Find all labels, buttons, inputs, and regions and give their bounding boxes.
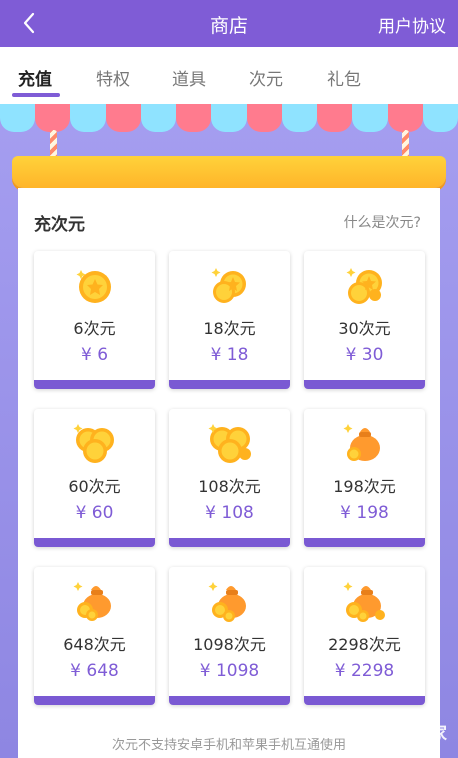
package-card-60[interactable]: 60次元 ¥ 60 — [34, 409, 155, 547]
user-agreement-link[interactable]: 用户协议 — [378, 12, 446, 37]
coin-icon — [34, 261, 155, 309]
top-bar: 商店 用户协议 — [0, 0, 458, 47]
card-accent-bar — [34, 380, 155, 389]
package-card-6[interactable]: 6次元 ¥ 6 — [34, 251, 155, 389]
page-title: 商店 — [209, 15, 248, 37]
awning-stripe — [105, 104, 141, 132]
watermark: 系统之家 — [346, 718, 448, 744]
coins-icon — [304, 261, 425, 309]
package-price: ¥ 1098 — [199, 661, 260, 681]
tab-items[interactable]: 道具 — [172, 65, 206, 90]
tab-privileges[interactable]: 特权 — [96, 65, 130, 90]
package-amount: 1098次元 — [193, 635, 266, 654]
tab-dimension[interactable]: 次元 — [249, 65, 283, 90]
package-amount: 2298次元 — [328, 635, 401, 654]
card-accent-bar — [169, 696, 290, 705]
money-bag-icon — [304, 419, 425, 467]
card-accent-bar — [34, 696, 155, 705]
package-card-198[interactable]: 198次元 ¥ 198 — [304, 409, 425, 547]
awning-stripe — [422, 104, 458, 132]
awning-stripe — [35, 104, 71, 132]
package-amount: 60次元 — [68, 477, 121, 496]
shop-shelf — [12, 156, 446, 188]
package-amount: 30次元 — [338, 319, 391, 338]
card-accent-bar — [169, 538, 290, 547]
coin-stack-icon — [34, 419, 155, 467]
package-card-108[interactable]: 108次元 ¥ 108 — [169, 409, 290, 547]
package-amount: 18次元 — [203, 319, 256, 338]
awning-stripe — [211, 104, 247, 132]
card-accent-bar — [304, 538, 425, 547]
watermark-logo-icon — [348, 718, 370, 744]
tab-gift-packs[interactable]: 礼包 — [327, 65, 361, 90]
package-price: ¥ 6 — [80, 345, 109, 365]
awning-stripe — [70, 104, 106, 132]
awning-stripe — [140, 104, 177, 132]
section-title: 充次元 — [34, 215, 85, 235]
package-price: ¥ 30 — [345, 345, 384, 365]
package-price: ¥ 18 — [210, 345, 249, 365]
package-price: ¥ 648 — [70, 661, 119, 681]
coin-stack-icon — [169, 419, 290, 467]
active-tab-indicator — [12, 93, 60, 97]
tab-bar: 充值 特权 道具 次元 礼包 — [0, 47, 458, 104]
card-accent-bar — [34, 538, 155, 547]
awning-stripe — [317, 104, 353, 132]
package-amount: 108次元 — [198, 477, 261, 496]
shop-awning — [0, 104, 458, 132]
back-button[interactable] — [14, 8, 44, 38]
money-bag-icon — [34, 577, 155, 625]
tab-recharge[interactable]: 充值 — [18, 65, 52, 90]
package-card-30[interactable]: 30次元 ¥ 30 — [304, 251, 425, 389]
awning-stripe — [387, 104, 423, 132]
awning-stripe — [246, 104, 282, 132]
package-amount: 6次元 — [73, 319, 116, 338]
package-card-648[interactable]: 648次元 ¥ 648 — [34, 567, 155, 705]
awning-stripe — [176, 104, 212, 132]
money-bag-icon — [304, 577, 425, 625]
card-accent-bar — [304, 380, 425, 389]
awning-stripe — [0, 104, 36, 132]
what-is-dimension-link[interactable]: 什么是次元? — [344, 212, 421, 232]
watermark-text: 系统之家 — [376, 723, 448, 744]
package-card-18[interactable]: 18次元 ¥ 18 — [169, 251, 290, 389]
package-price: ¥ 108 — [205, 503, 254, 523]
package-card-1098[interactable]: 1098次元 ¥ 1098 — [169, 567, 290, 705]
package-card-2298[interactable]: 2298次元 ¥ 2298 — [304, 567, 425, 705]
chevron-left-icon — [23, 12, 35, 34]
coins-icon — [169, 261, 290, 309]
package-amount: 198次元 — [333, 477, 396, 496]
card-accent-bar — [169, 380, 290, 389]
awning-stripe — [281, 104, 318, 132]
package-price: ¥ 2298 — [334, 661, 395, 681]
package-price: ¥ 198 — [340, 503, 389, 523]
package-price: ¥ 60 — [75, 503, 114, 523]
card-accent-bar — [304, 696, 425, 705]
awning-stripe — [352, 104, 388, 132]
money-bag-icon — [169, 577, 290, 625]
package-amount: 648次元 — [63, 635, 126, 654]
